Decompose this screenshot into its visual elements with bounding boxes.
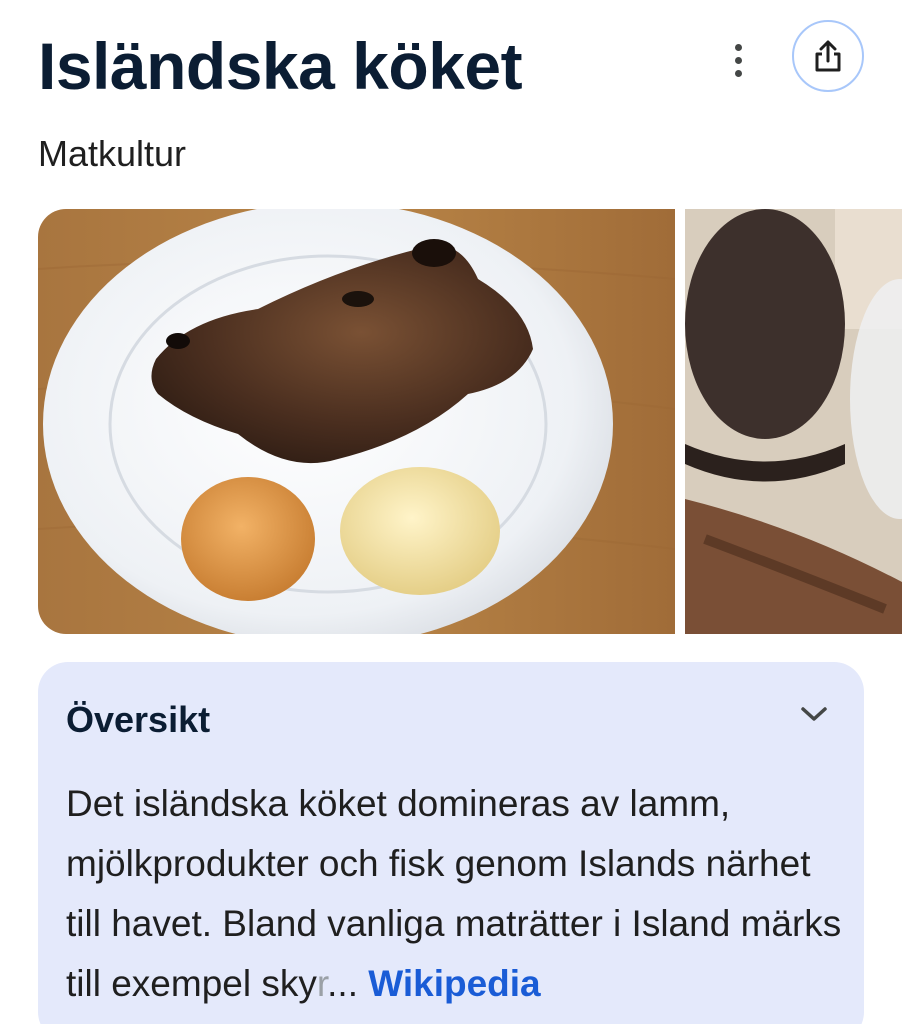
gallery-image-secondary[interactable] <box>685 209 902 634</box>
overview-text-fade: r <box>316 963 328 1004</box>
chevron-down-icon <box>801 707 827 721</box>
image-gallery[interactable] <box>38 209 902 634</box>
share-button[interactable] <box>792 20 864 92</box>
more-vert-icon <box>734 43 742 51</box>
ellipsis: ... <box>327 963 358 1004</box>
expand-overview-button[interactable] <box>790 690 838 738</box>
sheep-head-dish-image <box>38 209 675 634</box>
knowledge-panel: Isländska köket Matkultur Översikt Det i… <box>0 0 902 1024</box>
overview-heading: Översikt <box>66 699 211 740</box>
overview-description: Det isländska köket domineras av lamm, m… <box>66 774 846 1014</box>
page-title: Isländska köket <box>38 29 523 103</box>
entity-subtitle: Matkultur <box>38 133 187 174</box>
more-options-button[interactable] <box>716 38 760 82</box>
blood-pudding-image <box>685 209 902 634</box>
share-icon <box>815 40 841 72</box>
more-vert-icon-dot <box>734 69 742 77</box>
overview-card: Översikt Det isländska köket domineras a… <box>38 662 864 1024</box>
gallery-image-main[interactable] <box>38 209 675 634</box>
wikipedia-source-link[interactable]: Wikipedia <box>368 963 540 1004</box>
more-vert-icon-dot <box>734 56 742 64</box>
